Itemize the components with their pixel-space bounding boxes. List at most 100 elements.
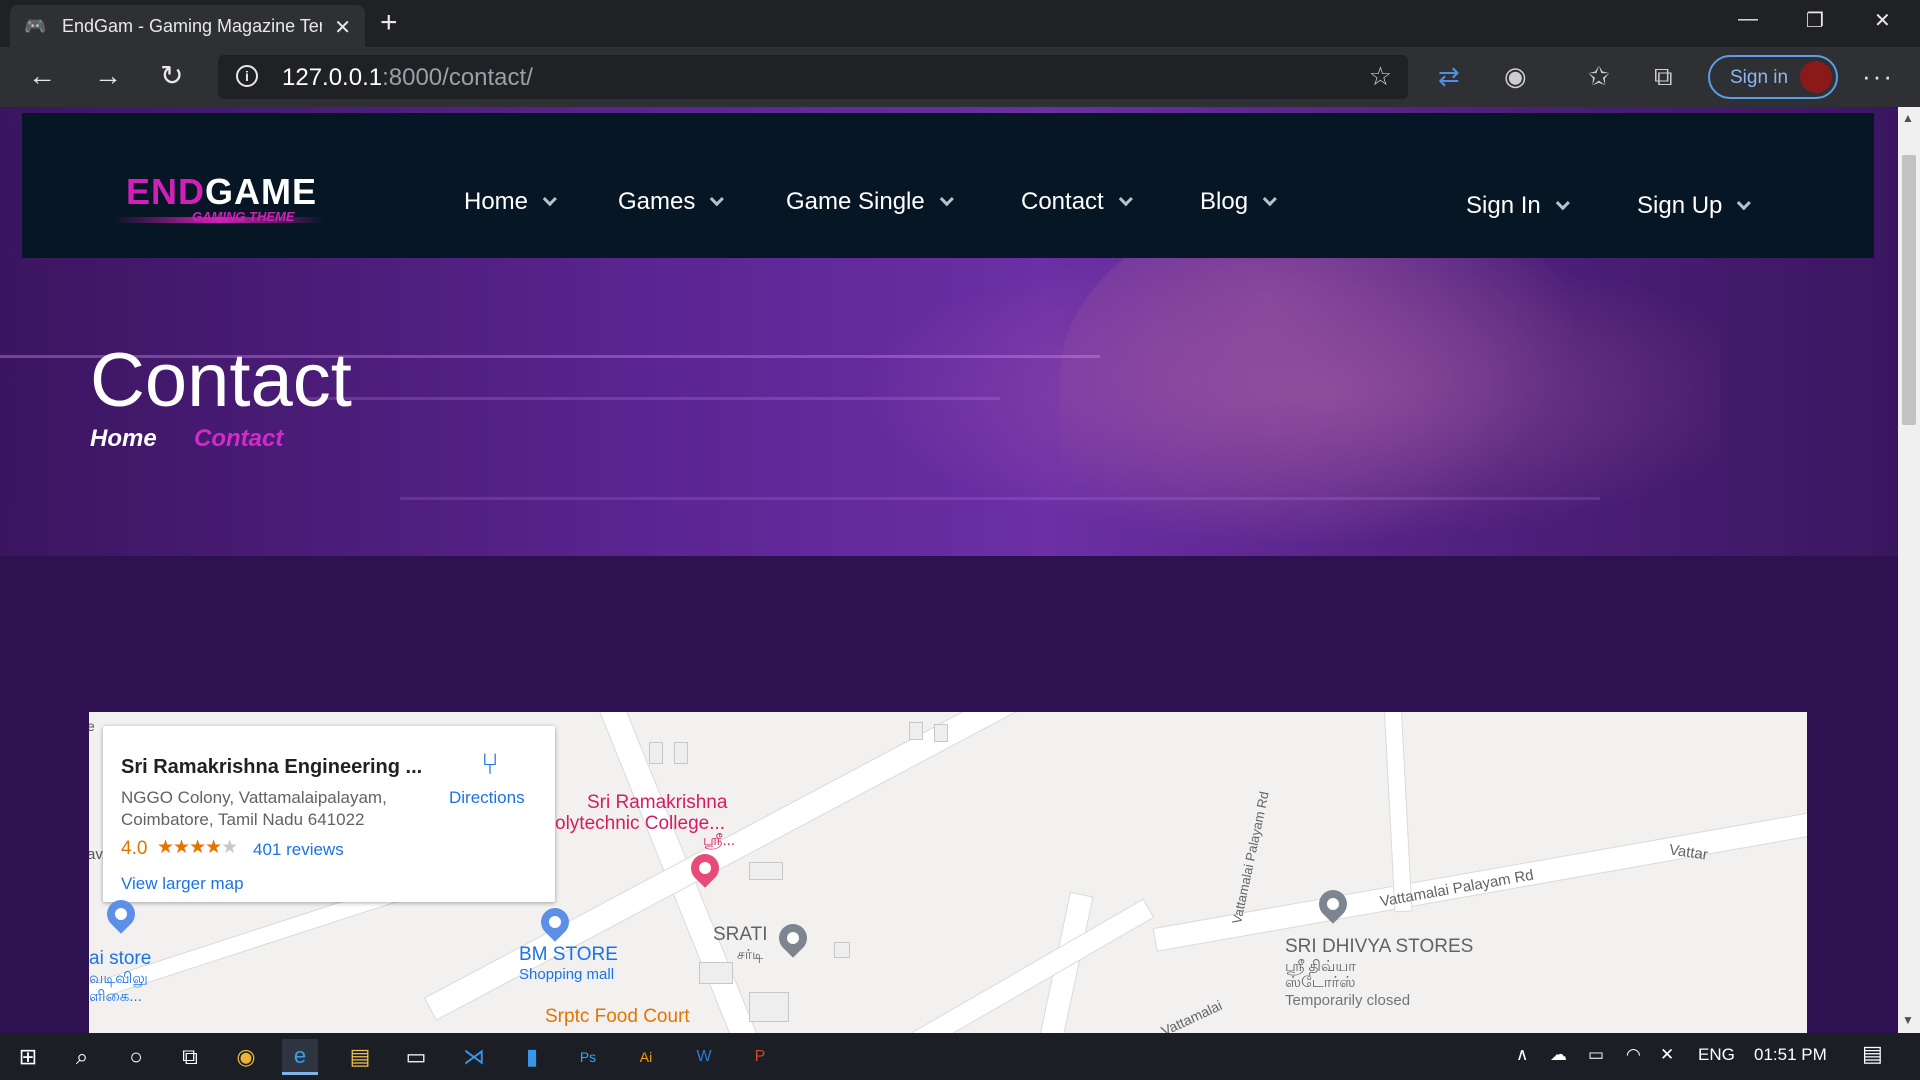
chevron-down-icon bbox=[939, 192, 954, 207]
window-close-button[interactable]: ✕ bbox=[1874, 8, 1891, 33]
back-arrow-icon[interactable]: ← bbox=[28, 59, 56, 93]
search-icon[interactable]: ⌕ bbox=[64, 1039, 100, 1075]
page-scrollbar[interactable]: ▲ ▼ bbox=[1898, 107, 1920, 1033]
place-rating: 4.0 bbox=[121, 838, 148, 859]
browser-tab[interactable]: 🎮 EndGam - Gaming Magazine Ten ✕ bbox=[10, 5, 365, 47]
map-road bbox=[883, 898, 1155, 1033]
map-building bbox=[749, 992, 789, 1022]
site-header: ENDGAME GAMING THEME Home Games Game Sin… bbox=[22, 113, 1874, 258]
nav-item-home[interactable]: Home bbox=[464, 188, 557, 216]
map-label-store: வடிவிலு bbox=[89, 970, 148, 987]
map-label: av bbox=[89, 846, 103, 863]
map-road-label: Vattamalai bbox=[1158, 996, 1225, 1033]
site-logo[interactable]: ENDGAME bbox=[126, 171, 317, 213]
chevron-down-icon bbox=[542, 192, 557, 207]
directions-icon[interactable]: ⑂ bbox=[481, 748, 499, 782]
collections-icon[interactable]: ⧉ bbox=[1654, 61, 1673, 93]
file-explorer-icon[interactable]: ▤ bbox=[342, 1039, 378, 1075]
language-indicator[interactable]: ENG bbox=[1698, 1045, 1735, 1065]
battery-icon[interactable]: ▭ bbox=[1588, 1045, 1604, 1065]
tab-title: EndGam - Gaming Magazine Ten bbox=[62, 15, 322, 36]
windows-start-icon[interactable]: ⊞ bbox=[10, 1039, 46, 1075]
profile-sign-in-label: Sign in bbox=[1730, 67, 1789, 88]
illustrator-icon[interactable]: Ai bbox=[628, 1039, 664, 1075]
nav-item-sign-in[interactable]: Sign In bbox=[1466, 192, 1570, 220]
scroll-up-icon[interactable]: ▲ bbox=[1902, 111, 1914, 125]
map-building bbox=[674, 742, 688, 764]
map-label-college: ஸ்ரீ... bbox=[703, 832, 736, 849]
reviews-link[interactable]: 401 reviews bbox=[253, 840, 344, 860]
map-building bbox=[834, 942, 850, 958]
chrome-icon[interactable]: ◉ bbox=[228, 1039, 264, 1075]
gamepad-icon: 🎮 bbox=[24, 16, 47, 36]
logo-tagline: GAMING THEME bbox=[192, 209, 295, 224]
record-icon[interactable]: ◉ bbox=[1504, 61, 1527, 92]
chevron-down-icon bbox=[710, 192, 725, 207]
location-pin-icon[interactable] bbox=[773, 918, 813, 958]
map-label-srati-tamil: சர்டி bbox=[737, 946, 764, 962]
forward-arrow-icon[interactable]: → bbox=[94, 59, 122, 93]
minimize-button[interactable]: — bbox=[1738, 8, 1758, 31]
chevron-down-icon bbox=[1118, 192, 1133, 207]
notification-icon[interactable]: ▤ bbox=[1862, 1041, 1883, 1067]
new-tab-button[interactable]: + bbox=[380, 6, 398, 40]
breadcrumb-home-link[interactable]: Home bbox=[90, 425, 157, 453]
map-label-srati[interactable]: SRATI bbox=[713, 924, 768, 946]
rating-stars-icon: ★★★★★ bbox=[157, 837, 238, 858]
map-label-college[interactable]: olytechnic College... bbox=[555, 813, 725, 835]
map-label-dhivya[interactable]: SRI DHIVYA STORES bbox=[1285, 936, 1473, 958]
nav-item-sign-up[interactable]: Sign Up bbox=[1637, 192, 1752, 220]
chevron-down-icon bbox=[1737, 196, 1752, 211]
map-label-store[interactable]: ai store bbox=[89, 948, 151, 970]
place-address: Coimbatore, Tamil Nadu 641022 bbox=[121, 810, 365, 829]
restore-button[interactable]: ❐ bbox=[1806, 8, 1824, 33]
tray-overflow-icon[interactable]: ∧ bbox=[1516, 1045, 1528, 1065]
place-name: Sri Ramakrishna Engineering ... bbox=[121, 756, 423, 778]
map-label-store: ளிகை... bbox=[89, 988, 142, 1005]
map-building bbox=[699, 962, 733, 984]
extension-icon[interactable]: ⇄ bbox=[1438, 61, 1460, 92]
page-viewport: Contact Home Contact ENDGAME GAMING THEM… bbox=[0, 107, 1898, 1033]
nav-item-game-single[interactable]: Game Single bbox=[786, 188, 954, 216]
page-title: Contact bbox=[90, 338, 352, 423]
favorites-icon[interactable]: ✩ bbox=[1588, 61, 1610, 92]
directions-link[interactable]: Directions bbox=[449, 788, 525, 808]
favorite-star-icon[interactable]: ☆ bbox=[1369, 61, 1392, 92]
nav-item-games[interactable]: Games bbox=[618, 188, 725, 216]
address-bar[interactable]: i 127.0.0.1:8000/contact/ ☆ bbox=[218, 55, 1408, 99]
clock[interactable]: 01:51 PM bbox=[1754, 1045, 1827, 1065]
url-text[interactable]: 127.0.0.1:8000/contact/ bbox=[282, 64, 533, 92]
nav-item-contact[interactable]: Contact bbox=[1021, 188, 1133, 216]
photoshop-icon[interactable]: Ps bbox=[570, 1039, 606, 1075]
map-label: e bbox=[89, 718, 95, 734]
view-larger-map-link[interactable]: View larger map bbox=[121, 874, 244, 894]
map-label-college[interactable]: Sri Ramakrishna bbox=[587, 792, 727, 814]
browser-toolbar: ← → ↻ i 127.0.0.1:8000/contact/ ☆ ⇄ ◉ ✩ … bbox=[0, 47, 1920, 107]
more-menu-icon[interactable]: ··· bbox=[1862, 61, 1894, 92]
task-view-icon[interactable]: ⧉ bbox=[172, 1039, 208, 1075]
map-label-dhivya-status: Temporarily closed bbox=[1285, 992, 1411, 1009]
google-map-embed[interactable]: Sri Ramakrishna Engineering ... NGGO Col… bbox=[89, 712, 1807, 1033]
scrollbar-thumb[interactable] bbox=[1902, 155, 1916, 425]
vscode-icon[interactable]: ⋊ bbox=[456, 1039, 492, 1075]
powerpoint-icon[interactable]: P bbox=[742, 1039, 778, 1075]
app-icon[interactable]: ▮ bbox=[514, 1039, 550, 1075]
tab-close-icon[interactable]: ✕ bbox=[334, 15, 351, 40]
windows-taskbar: ⊞ ⌕ ○ ⧉ ◉ e ▤ ▭ ⋊ ▮ Ps Ai W P ∧ ☁ ▭ ◠ ✕ … bbox=[0, 1033, 1920, 1080]
scroll-down-icon[interactable]: ▼ bbox=[1902, 1013, 1914, 1027]
onedrive-icon[interactable]: ☁ bbox=[1550, 1045, 1567, 1065]
wifi-icon[interactable]: ◠ bbox=[1626, 1045, 1641, 1065]
map-label-bm-store[interactable]: BM STORE bbox=[519, 944, 618, 966]
profile-sign-in-button[interactable]: Sign in bbox=[1708, 55, 1838, 99]
map-building bbox=[649, 742, 663, 764]
refresh-icon[interactable]: ↻ bbox=[160, 59, 183, 93]
volume-muted-icon[interactable]: ✕ bbox=[1660, 1045, 1674, 1065]
terminal-icon[interactable]: ▭ bbox=[398, 1039, 434, 1075]
map-label-food-court[interactable]: Srptc Food Court bbox=[545, 1006, 690, 1028]
site-info-icon[interactable]: i bbox=[236, 65, 258, 87]
avatar bbox=[1800, 61, 1832, 93]
edge-icon[interactable]: e bbox=[282, 1039, 318, 1075]
cortana-icon[interactable]: ○ bbox=[118, 1039, 154, 1075]
word-icon[interactable]: W bbox=[686, 1039, 722, 1075]
nav-item-blog[interactable]: Blog bbox=[1200, 188, 1277, 216]
